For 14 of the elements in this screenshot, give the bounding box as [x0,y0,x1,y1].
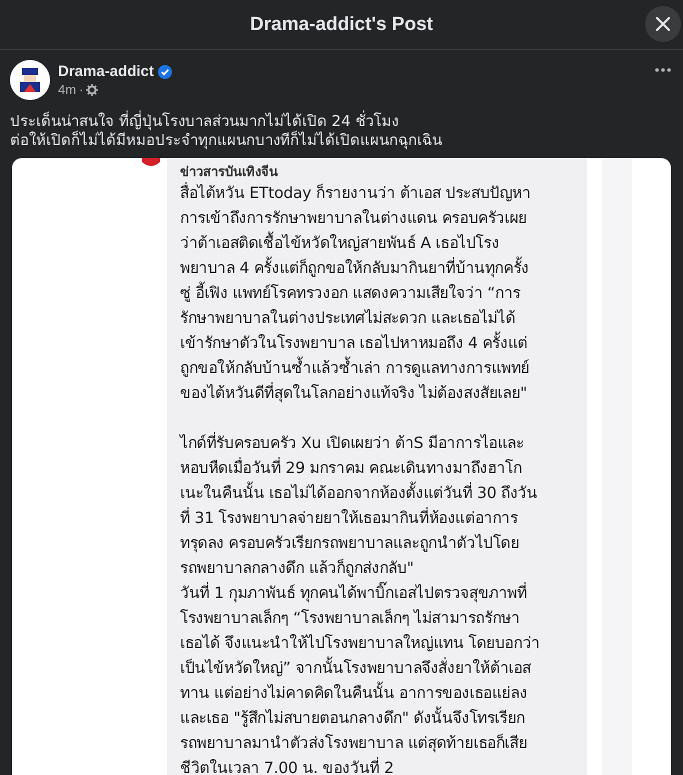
article-source: ข่าวสารบันเทิงจีน [180,164,279,181]
post-time[interactable]: 4m [58,82,76,97]
shared-image[interactable] [12,158,671,775]
post-text: ประเด็นน่าสนใจ ที่ญี่ปุ่นโรงบาลส่วนมากไม่ได้เปิด 24 ชั่วโมง ต่อให้เปิดก็ไม่ได้มีหมอประจำทุกแผนกบางทีก็ไม่ได้เปิดแผนกฉุกเฉิน [9,110,443,152]
dialog-title: Drama-addict's Post [250,14,433,36]
author-name[interactable]: Drama-addict [58,63,154,80]
separator-dot: · [79,82,84,97]
article-paragraph: ไกด์ที่รับครอบครัว Xu เปิดเผยว่า ต้าS มีอาการไอและ หอบหืดเมื่อวันที่ 29 มกราคม คณะเดินทางมาถึงฮาโก เนะในคืนนั้น เธอไม่ได้ออกจากห้องตั้งแต่วันที่ 30 ถึงวัน ที่ 31 โรงพยาบาลจ่ายยาให้เธอมากินที่ห้องแต่อาการ ทรุดลง ครอบครัวเรียกรถพยาบาลและถูกนำตัวไปโดย รถพยาบาลกลางดึก แล้วก็ถูกส่งกลับ" วันที่ 1 กุมภาพันธ์ ทุกคนได้พาบิ๊กเอสไปตรวจสุขภาพที่ โรงพยาบาลเล็กๆ “โรงพยาบาลเล็กๆ ไม่สามารถรักษา เธอได้ จึงแนะนำให้ไปโรงพยาบาลใหญ่แทน โดยบอกว่า เป็นไข้หวัดใหญ่” จากนั้นโรงพยาบาลจึงสั่งยาให้ต้าเอส ทาน แต่อย่างไม่คาดคิดในคืนนั้น อาการของเธอแย่ลง และเธอ "รู้สึกไม่สบายตอนกลางดึก" ดังนั้นจึงโทรเรียก รถพยาบาลมานำตัวส่งโรงพยาบาล แต่สุดท้ายเธอก็เสีย ชีวิตในเวลา 7.00 น. ของวันที่ 2 [180,431,540,775]
more-options-icon[interactable] [655,68,671,72]
avatar[interactable] [10,60,50,100]
close-button[interactable] [645,6,681,42]
close-icon [655,16,671,32]
article-paragraph: สื่อไต้หวัน ETtoday ก็รายงานว่า ต้าเอส ประสบปัญหา การเข้าถึงการรักษาพยาบาลในต่างแดน ครอบครัวเผย ว่าต้าเอสติดเชื้อไข้หวัดใหญ่สายพันธ์ A เธอไปโรง พยาบาล 4 ครั้งแต่ก็ถูกขอให้กลับมากินยาที่บ้านทุกครั้ง ซู่ อี้เฟิง แพทย์โรคทรวงอก แสดงความเสียใจว่า “การ รักษาพยาบาลในต่างประเทศไม่สะดวก และเธอไม่ได้ เข้ารักษาตัวในโรงพยาบาล เธอไปหาหมอถึง 4 ครั้งแต่ ถูกขอให้กลับบ้านซ้ำแล้วซ้ำเล่า การดูแลทางการแพทย์ ของไต้หวันดีที่สุดในโลกอย่างแท้จริง ไม่ต้องสงสัยเลย" [180,181,531,404]
audience-icon [86,84,98,96]
